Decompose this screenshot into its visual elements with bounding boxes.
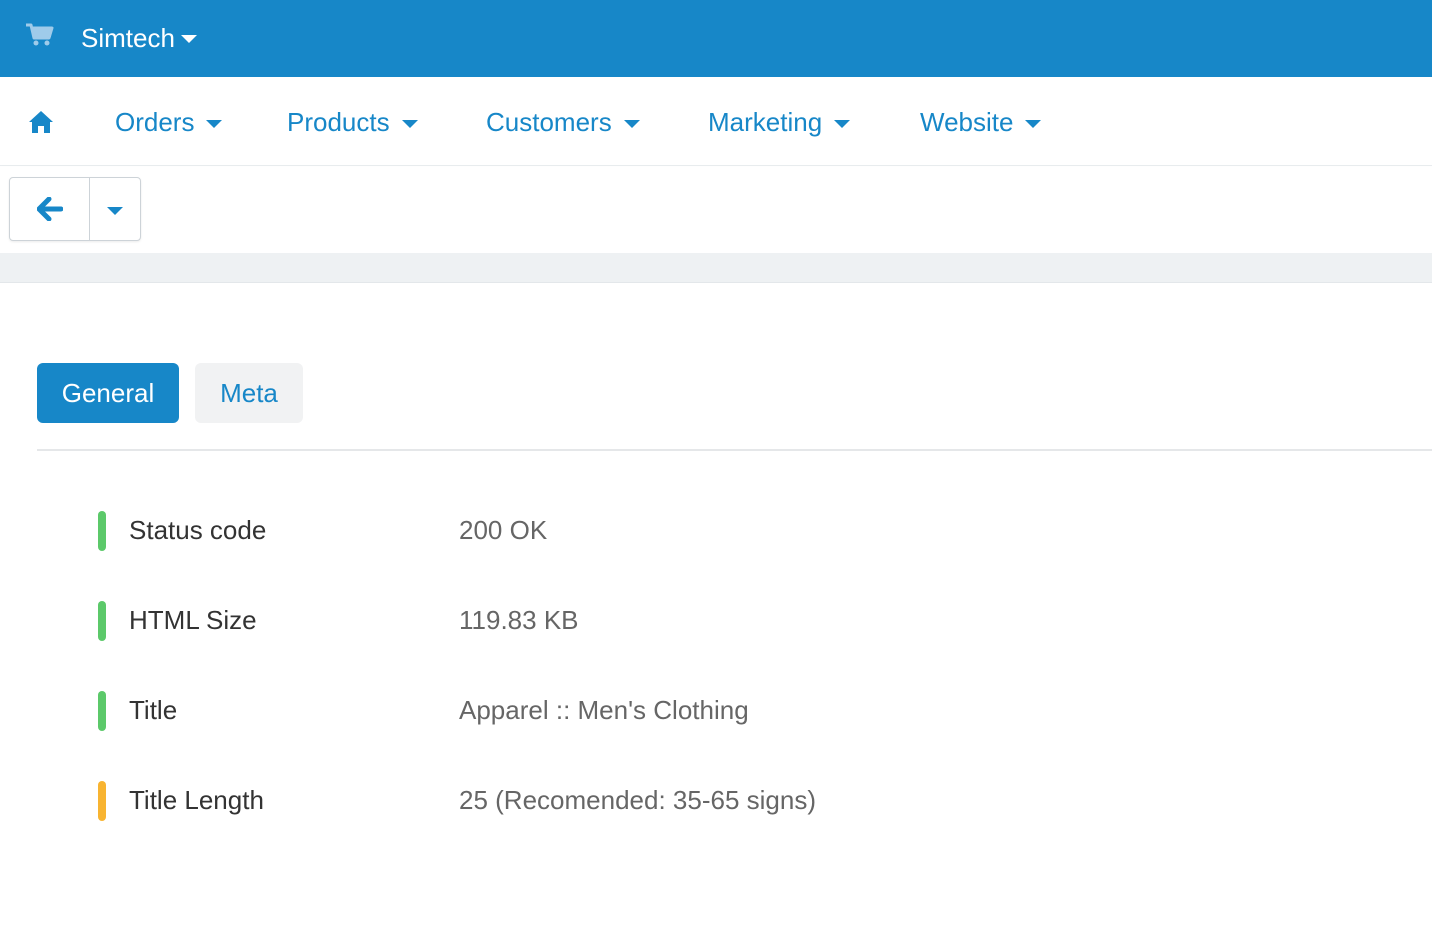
more-actions-dropdown[interactable]: [90, 178, 140, 240]
nav-item-orders[interactable]: Orders: [115, 104, 223, 140]
nav-item-customers[interactable]: Customers: [486, 104, 640, 140]
check-label: HTML Size: [129, 605, 257, 635]
status-indicator-ok: [98, 691, 106, 731]
chevron-down-icon: [1025, 119, 1042, 128]
nav-item-products[interactable]: Products: [287, 104, 418, 140]
cart-icon[interactable]: [26, 23, 54, 47]
tab-underline: [37, 449, 1432, 451]
check-value: 25 (Recomended: 35-65 signs): [459, 785, 816, 815]
tab-label: General: [61, 377, 155, 408]
status-indicator-ok: [98, 601, 106, 641]
tab-general[interactable]: General: [37, 363, 179, 423]
nav-item-label: Website: [920, 106, 1014, 137]
nav-item-label: Customers: [486, 106, 612, 137]
status-indicator-ok: [98, 511, 106, 551]
nav-item-website[interactable]: Website: [920, 104, 1042, 140]
check-value: Apparel :: Men's Clothing: [459, 695, 749, 725]
chevron-down-icon: [834, 119, 851, 128]
check-row-status-code: Status code 200 OK: [0, 511, 1432, 551]
check-value: 119.83 KB: [459, 605, 579, 635]
check-label: Title: [129, 695, 178, 725]
chevron-down-icon: [180, 35, 197, 43]
chevron-down-icon: [206, 119, 223, 128]
content-divider: [0, 253, 1432, 283]
check-label: Status code: [129, 515, 267, 545]
tab-label: Meta: [220, 377, 278, 408]
home-icon[interactable]: [28, 110, 54, 134]
action-toolbar: [0, 167, 1432, 253]
check-row-html-size: HTML Size 119.83 KB: [0, 601, 1432, 641]
back-button[interactable]: [10, 178, 90, 240]
chevron-down-icon: [107, 206, 123, 215]
store-name: Simtech: [81, 22, 175, 53]
back-button-group: [9, 177, 141, 241]
check-value: 200 OK: [459, 515, 548, 545]
store-switcher[interactable]: Simtech: [81, 21, 197, 55]
chevron-down-icon: [623, 119, 640, 128]
check-label: Title Length: [129, 785, 264, 815]
check-row-title-length: Title Length 25 (Recomended: 35-65 signs…: [0, 781, 1432, 821]
nav-item-label: Marketing: [708, 106, 823, 137]
nav-item-label: Orders: [115, 106, 195, 137]
chevron-down-icon: [401, 119, 418, 128]
top-bar: [0, 0, 1432, 77]
arrow-left-icon: [36, 197, 63, 221]
check-row-title: Title Apparel :: Men's Clothing: [0, 691, 1432, 731]
tab-meta[interactable]: Meta: [195, 363, 303, 423]
status-indicator-warning: [98, 781, 106, 821]
nav-item-label: Products: [287, 106, 390, 137]
nav-item-marketing[interactable]: Marketing: [708, 104, 851, 140]
